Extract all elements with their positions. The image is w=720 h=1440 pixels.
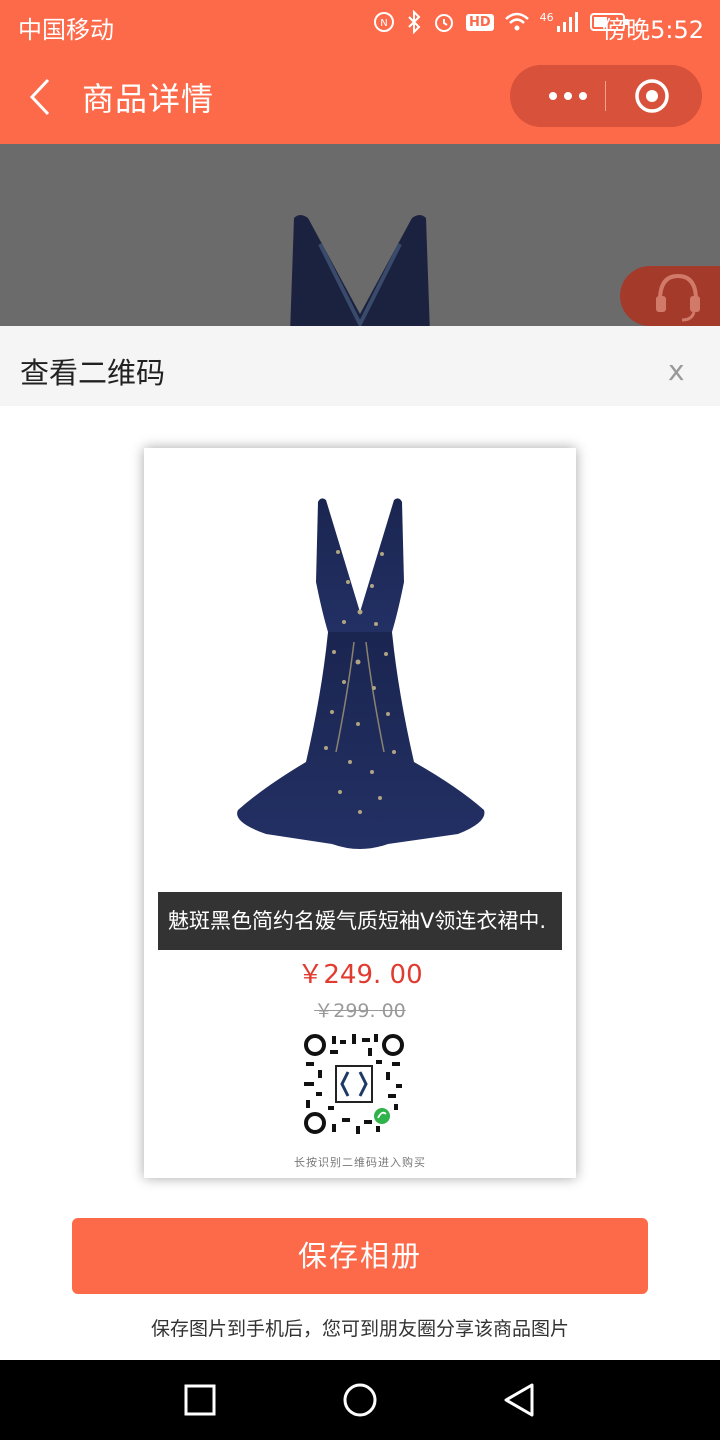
navigation-bar: 商品详情 (0, 50, 720, 144)
mini-program-qr-code[interactable] (302, 1032, 406, 1136)
circle-icon[interactable] (340, 1380, 380, 1420)
svg-text:N: N (380, 18, 387, 29)
product-hero-image (0, 144, 720, 326)
dress-image (237, 498, 485, 849)
more-dots-icon[interactable] (532, 65, 604, 127)
product-name: 魅斑黑色简约名媛气质短袖V领连衣裙中. (158, 892, 562, 950)
clock: 傍晚5:52 (602, 16, 704, 44)
status-icons: N HD 46 (372, 10, 630, 34)
carrier-label: 中国移动 (18, 16, 114, 44)
target-icon[interactable] (634, 78, 670, 114)
sheet-header: 查看二维码 x (0, 326, 720, 406)
save-hint: 保存图片到手机后，您可到朋友圈分享该商品图片 (150, 1318, 569, 1340)
share-poster-card: 魅斑黑色简约名媛气质短袖V领连衣裙中. ￥249. 00 ￥299. 00 长按… (144, 448, 576, 1178)
nfc-icon: N (374, 12, 394, 32)
save-to-album-button[interactable]: 保存相册 (72, 1218, 648, 1294)
capsule-divider (605, 81, 606, 111)
close-button[interactable]: x (668, 354, 685, 387)
hd-icon: HD (466, 13, 494, 31)
customer-service-button[interactable] (620, 266, 720, 326)
original-price: ￥299. 00 (314, 1000, 406, 1022)
square-icon[interactable] (180, 1380, 220, 1420)
dress-image (290, 215, 430, 326)
headset-icon (656, 273, 700, 322)
back-chevron-icon[interactable] (22, 74, 62, 120)
product-photo (158, 462, 562, 870)
page-title: 商品详情 (82, 80, 215, 118)
bluetooth-icon (408, 10, 421, 34)
signal-4g-icon: 46 (540, 11, 580, 33)
miniprogram-capsule (510, 65, 702, 127)
qr-caption: 长按识别二维码进入购买 (294, 1156, 426, 1169)
network-label: 46 (539, 11, 554, 24)
sheet-title: 查看二维码 (20, 356, 166, 390)
back-triangle-icon[interactable] (500, 1380, 540, 1420)
system-navigation-bar (0, 1360, 720, 1440)
wifi-icon (504, 12, 529, 31)
alarm-icon (435, 14, 453, 32)
qr-sheet: 查看二维码 x 魅斑黑色简约名媛气质短袖V领连衣裙中. ￥249. 00 ￥29… (0, 326, 720, 1360)
status-bar: 中国移动 N HD 46 傍晚5:52 (0, 0, 720, 50)
product-price: ￥249. 00 (297, 960, 423, 990)
